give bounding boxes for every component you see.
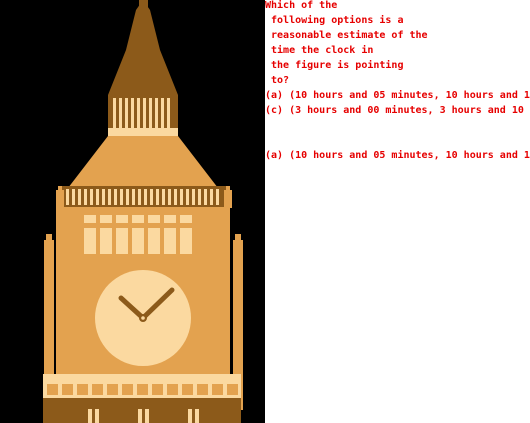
answer-line: (a) (10 hours and 05 minutes, 10 hours a… [265, 150, 530, 161]
upper-windows [84, 215, 192, 254]
option-c: (c) (3 hours and 00 minutes, 3 hours and… [265, 105, 530, 116]
question-panel: Which of the following options is a reas… [265, 0, 530, 423]
belfry-ledge [108, 128, 178, 136]
question-line-6: to? [265, 75, 290, 86]
spire-tip [139, 0, 148, 10]
spire [108, 0, 178, 95]
question-line-2: following options is a [265, 15, 404, 26]
question-line-3: reasonable estimate of the [265, 30, 428, 41]
question-line-4: time the clock in [265, 45, 374, 56]
question-line-5: the figure is pointing [265, 60, 404, 71]
clock-tower-illustration [43, 0, 243, 423]
option-a: (a) (10 hours and 05 minutes, 10 hours a… [265, 90, 530, 101]
question-line-1: Which of the [265, 0, 338, 11]
roof [68, 136, 218, 188]
